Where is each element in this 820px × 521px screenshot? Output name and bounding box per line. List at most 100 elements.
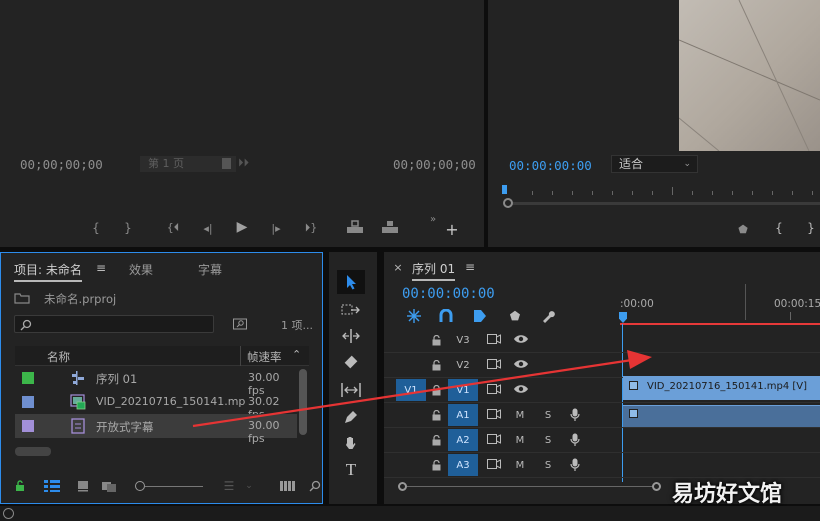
- timeline-menu-icon[interactable]: ≡: [464, 260, 476, 274]
- label-color-swatch[interactable]: [22, 372, 34, 384]
- pen-tool-icon[interactable]: [339, 407, 363, 427]
- more-icon[interactable]: »: [426, 214, 440, 225]
- program-mark-in-icon[interactable]: {: [772, 221, 786, 235]
- tab-project[interactable]: 项目: 未命名: [14, 261, 82, 282]
- sort-icon[interactable]: ☰: [221, 479, 237, 493]
- search-input[interactable]: [14, 315, 214, 333]
- sync-lock-icon[interactable]: [486, 332, 502, 346]
- track-target-a2[interactable]: A2: [448, 429, 478, 451]
- go-to-in-icon[interactable]: {⏴: [164, 220, 182, 236]
- track-target-a1[interactable]: A1: [448, 404, 478, 426]
- freeform-view-icon[interactable]: [101, 479, 121, 493]
- panel-menu-icon[interactable]: ≡: [95, 261, 107, 275]
- lock-track-icon[interactable]: [430, 458, 442, 472]
- snap-icon[interactable]: [406, 308, 422, 324]
- automate-to-sequence-icon[interactable]: [279, 479, 297, 493]
- timeline-scrollbar[interactable]: [398, 482, 661, 491]
- program-timecode[interactable]: 00:00:00:00: [509, 158, 592, 173]
- lock-track-icon[interactable]: [430, 433, 442, 447]
- razor-tool-icon[interactable]: [339, 352, 363, 372]
- column-name[interactable]: 名称: [47, 349, 70, 365]
- add-marker-icon[interactable]: ⬟: [736, 222, 750, 236]
- sync-lock-icon[interactable]: [486, 457, 502, 471]
- source-patch-v1[interactable]: V1: [396, 379, 426, 401]
- sync-lock-icon[interactable]: [486, 357, 502, 371]
- list-item[interactable]: 序列 01 30.00 fps: [15, 366, 297, 397]
- lock-icon[interactable]: [13, 479, 27, 493]
- vertical-scrollbar[interactable]: [299, 369, 307, 435]
- work-area-bar[interactable]: [620, 323, 820, 325]
- linked-selection-icon[interactable]: [438, 308, 454, 324]
- ripple-edit-tool-icon[interactable]: [339, 326, 363, 346]
- source-timecode-in[interactable]: 00;00;00;00: [20, 157, 103, 172]
- video-clip[interactable]: VID_20210716_150141.mp4 [V]: [623, 376, 820, 400]
- slip-tool-icon[interactable]: [339, 380, 363, 400]
- track-target-v2[interactable]: V2: [448, 354, 478, 376]
- mute-button[interactable]: M: [514, 458, 526, 472]
- track-target-v3[interactable]: V3: [448, 329, 478, 351]
- play-icon[interactable]: ▶: [234, 219, 250, 235]
- add-button-icon[interactable]: +: [445, 220, 459, 239]
- type-tool-icon[interactable]: T: [339, 460, 363, 480]
- mute-button[interactable]: M: [514, 408, 526, 422]
- page-dropdown-icon[interactable]: [222, 158, 231, 169]
- program-ruler[interactable]: [502, 185, 820, 197]
- toggle-output-eye-icon[interactable]: [512, 357, 530, 371]
- marker-icon[interactable]: ⬟: [508, 308, 522, 324]
- program-playhead-marker[interactable]: [502, 185, 507, 194]
- mute-button[interactable]: M: [514, 433, 526, 447]
- program-mark-out-icon[interactable]: }: [804, 221, 818, 235]
- track-target-a3[interactable]: A3: [448, 454, 478, 476]
- sort-chevron-icon[interactable]: ⌄: [243, 479, 255, 493]
- track-target-v1[interactable]: V1: [448, 379, 478, 401]
- hand-tool-icon[interactable]: [339, 433, 363, 453]
- caption-clip[interactable]: [623, 405, 820, 427]
- step-back-icon[interactable]: ◂|: [200, 220, 216, 236]
- track-select-tool-icon[interactable]: [339, 300, 363, 320]
- timeline-timecode[interactable]: 00:00:00:00: [402, 286, 495, 302]
- list-item-selected[interactable]: 开放式字幕 30.00 fps: [15, 414, 297, 445]
- tab-sequence[interactable]: 序列 01: [412, 260, 456, 281]
- playhead-marker[interactable]: [619, 312, 627, 323]
- add-marker-timeline-icon[interactable]: [472, 308, 488, 324]
- lock-track-icon[interactable]: [430, 408, 442, 422]
- sort-up-icon[interactable]: ⌃: [292, 348, 301, 361]
- zoom-slider[interactable]: [145, 486, 203, 487]
- find-bottom-icon[interactable]: [308, 479, 322, 493]
- label-color-swatch[interactable]: [22, 420, 34, 432]
- tab-effects[interactable]: 效果: [129, 261, 153, 278]
- mark-out-icon[interactable]: }: [120, 220, 136, 236]
- fit-select[interactable]: 适合 ⌄: [611, 155, 698, 173]
- horizontal-scrollbar[interactable]: [15, 447, 51, 456]
- voiceover-record-icon[interactable]: [568, 407, 582, 423]
- toggle-output-eye-icon[interactable]: [512, 382, 530, 396]
- go-to-out-icon[interactable]: ⏵}: [302, 220, 320, 236]
- sync-lock-icon[interactable]: [486, 432, 502, 446]
- tab-captions[interactable]: 字幕: [198, 261, 222, 278]
- solo-button[interactable]: S: [542, 433, 554, 447]
- toggle-output-eye-icon[interactable]: [512, 332, 530, 346]
- icon-view-icon[interactable]: [75, 479, 91, 493]
- lock-track-icon[interactable]: [430, 383, 442, 397]
- step-forward-frame-icon[interactable]: |▸: [268, 220, 284, 236]
- insert-icon[interactable]: [345, 219, 365, 235]
- find-icon[interactable]: [232, 317, 248, 331]
- sync-lock-icon[interactable]: [486, 407, 502, 421]
- label-color-swatch[interactable]: [22, 396, 34, 408]
- overwrite-icon[interactable]: [380, 219, 400, 235]
- lock-track-icon[interactable]: [430, 358, 442, 372]
- list-item[interactable]: VID_20210716_150141.mp 30.02 fps: [15, 390, 297, 421]
- voiceover-record-icon[interactable]: [568, 457, 582, 473]
- list-view-icon[interactable]: [43, 479, 61, 493]
- mark-in-icon[interactable]: {: [88, 220, 104, 236]
- creative-cloud-icon[interactable]: [3, 508, 14, 519]
- zoom-handle[interactable]: [503, 198, 513, 208]
- selection-tool-button[interactable]: [337, 270, 365, 294]
- column-fps[interactable]: 帧速率: [247, 349, 282, 365]
- sync-lock-icon[interactable]: [486, 382, 502, 396]
- solo-button[interactable]: S: [542, 408, 554, 422]
- close-icon[interactable]: ×: [392, 261, 404, 274]
- step-forward-icon[interactable]: ⏵⏵: [238, 156, 249, 170]
- zoom-slider-handle[interactable]: [135, 481, 145, 491]
- wrench-icon[interactable]: [540, 308, 556, 324]
